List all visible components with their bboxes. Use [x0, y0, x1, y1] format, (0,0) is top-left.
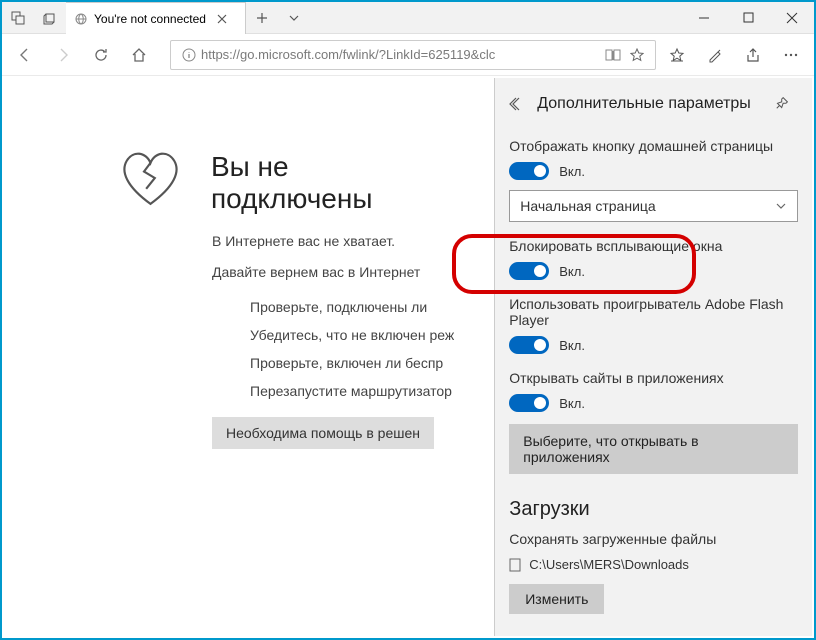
setting-label: Блокировать всплывающие окна — [509, 238, 798, 254]
toggle-flash[interactable] — [509, 336, 549, 354]
error-bullet: Убедитесь, что не включен реж — [250, 327, 454, 343]
choose-apps-button[interactable]: Выберите, что открывать в приложениях — [509, 424, 798, 474]
setting-label: Использовать проигрыватель Adobe Flash P… — [509, 296, 798, 328]
favorite-star-icon[interactable] — [625, 48, 649, 62]
window-titlebar: You're not connected — [2, 2, 814, 34]
close-tab-icon[interactable] — [217, 14, 237, 24]
home-button[interactable] — [122, 38, 156, 72]
error-bullet: Проверьте, подключены ли — [250, 299, 454, 315]
setting-flash: Использовать проигрыватель Adobe Flash P… — [509, 296, 798, 354]
downloads-path: C:\Users\MERS\Downloads — [529, 557, 689, 572]
folder-icon — [509, 558, 521, 572]
downloads-label: Сохранять загруженные файлы — [509, 531, 798, 547]
broken-heart-icon — [116, 143, 185, 213]
start-page-dropdown[interactable]: Начальная страница — [509, 190, 798, 222]
setting-home-button: Отображать кнопку домашней страницы Вкл.… — [509, 138, 798, 222]
setting-popup-block: Блокировать всплывающие окна Вкл. — [509, 238, 798, 280]
toggle-home-button[interactable] — [509, 162, 549, 180]
error-bullet: Проверьте, включен ли беспр — [250, 355, 454, 371]
toggle-state: Вкл. — [559, 338, 585, 353]
address-bar[interactable]: https://go.microsoft.com/fwlink/?LinkId=… — [170, 40, 656, 70]
favorites-hub-icon[interactable] — [660, 38, 694, 72]
error-subtitle: В Интернете вас не хватает. — [212, 233, 454, 249]
forward-button — [46, 38, 80, 72]
pin-icon[interactable] — [774, 97, 798, 111]
new-tab-button[interactable] — [246, 2, 278, 33]
window-controls — [682, 2, 814, 33]
reading-view-icon[interactable] — [601, 48, 625, 62]
settings-panel: Дополнительные параметры Отображать кноп… — [494, 78, 812, 636]
toggle-state: Вкл. — [559, 164, 585, 179]
toggle-state: Вкл. — [559, 396, 585, 411]
close-window-button[interactable] — [770, 2, 814, 33]
globe-icon — [74, 12, 88, 26]
titlebar-left — [2, 2, 66, 33]
toggle-open-apps[interactable] — [509, 394, 549, 412]
url-text: https://go.microsoft.com/fwlink/?LinkId=… — [201, 47, 601, 62]
setting-label: Отображать кнопку домашней страницы — [509, 138, 798, 154]
content-area: Вы не подключены В Интернете вас не хват… — [4, 78, 812, 636]
help-button[interactable]: Необходима помощь в решен — [212, 417, 434, 449]
chevron-down-icon — [775, 200, 787, 212]
more-menu-icon[interactable] — [774, 38, 808, 72]
refresh-button[interactable] — [84, 38, 118, 72]
share-icon[interactable] — [736, 38, 770, 72]
toggle-state: Вкл. — [559, 264, 585, 279]
back-button[interactable] — [8, 38, 42, 72]
downloads-path-row: C:\Users\MERS\Downloads — [509, 557, 798, 572]
error-title: Вы не подключены — [211, 151, 454, 215]
tabs-preview-icon[interactable] — [34, 11, 66, 25]
minimize-button[interactable] — [682, 2, 726, 33]
change-button[interactable]: Изменить — [509, 584, 604, 614]
panel-title: Дополнительные параметры — [533, 95, 774, 113]
tab-title: You're not connected — [94, 12, 217, 26]
setting-open-apps: Открывать сайты в приложениях Вкл. Выбер… — [509, 370, 798, 474]
tab-set-aside-icon[interactable] — [2, 11, 34, 25]
error-body: Давайте вернем вас в Интернет — [212, 263, 454, 283]
tab-overflow-icon[interactable] — [278, 2, 310, 33]
browser-toolbar: https://go.microsoft.com/fwlink/?LinkId=… — [2, 34, 814, 76]
toggle-popup-block[interactable] — [509, 262, 549, 280]
downloads-section-title: Загрузки — [509, 498, 798, 521]
info-icon[interactable] — [177, 48, 201, 62]
setting-label: Открывать сайты в приложениях — [509, 370, 798, 386]
error-page: Вы не подключены В Интернете вас не хват… — [4, 78, 494, 636]
error-bullet-list: Проверьте, подключены ли Убедитесь, что … — [250, 299, 454, 399]
dropdown-value: Начальная страница — [520, 198, 655, 214]
notes-icon[interactable] — [698, 38, 732, 72]
panel-back-icon[interactable] — [509, 96, 533, 112]
browser-tab[interactable]: You're not connected — [66, 2, 246, 34]
maximize-button[interactable] — [726, 2, 770, 33]
panel-header: Дополнительные параметры — [509, 86, 798, 122]
error-bullet: Перезапустите маршрутизатор — [250, 383, 454, 399]
